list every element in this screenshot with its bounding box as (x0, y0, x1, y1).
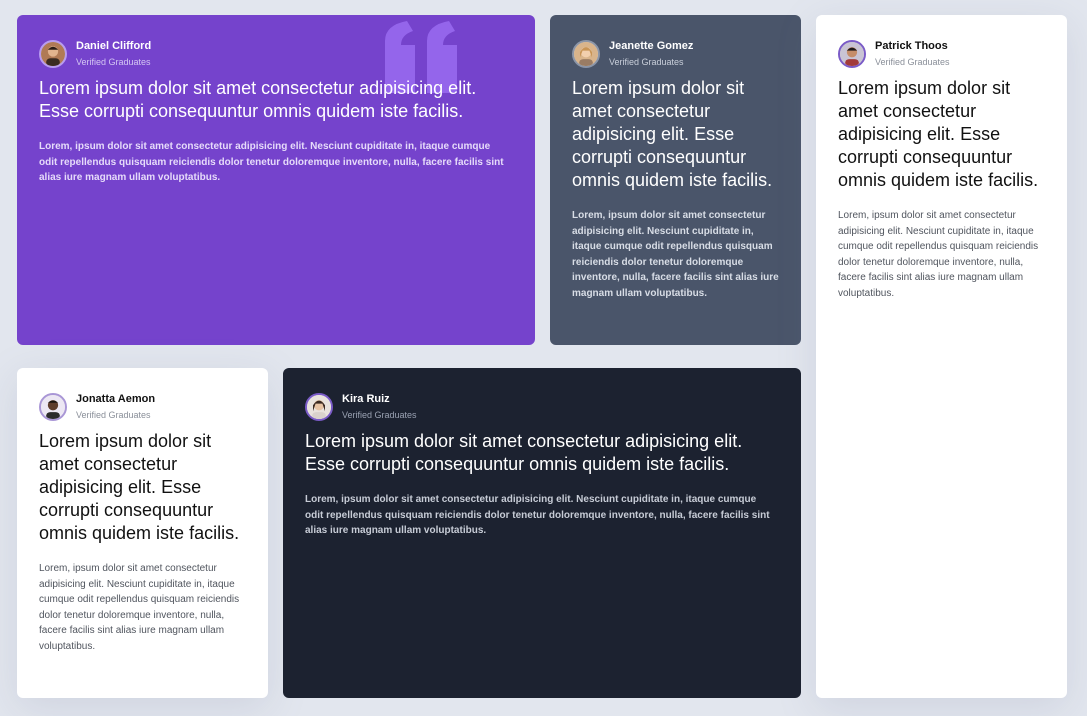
reviewer-name: Patrick Thoos (875, 40, 948, 52)
testimonial-body: Lorem, ipsum dolor sit amet consectetur … (572, 210, 779, 299)
reviewer-role: Verified Graduates (342, 410, 417, 420)
reviewer-role: Verified Graduates (609, 57, 684, 67)
reviewer-role: Verified Graduates (76, 410, 151, 420)
reviewer-name: Daniel Clifford (76, 40, 152, 52)
reviewer-name: Jeanette Gomez (609, 40, 694, 52)
testimonial-body: Lorem, ipsum dolor sit amet consectetur … (305, 494, 770, 537)
reviewer-role: Verified Graduates (76, 57, 151, 67)
avatar (39, 392, 67, 421)
testimonial-body: Lorem, ipsum dolor sit amet consectetur … (39, 141, 504, 184)
testimonial-headline: Lorem ipsum dolor sit amet consectetur a… (39, 78, 477, 121)
reviewer-role: Verified Graduates (875, 57, 950, 67)
testimonial-card-kira-ruiz: Kira Ruiz Verified Graduates Lorem ipsum… (283, 368, 801, 698)
avatar (305, 392, 333, 421)
avatar (838, 39, 866, 68)
testimonial-card-jeanette-gomez: Jeanette Gomez Verified Graduates Lorem … (550, 15, 801, 345)
avatar (572, 39, 600, 68)
testimonial-body: Lorem, ipsum dolor sit amet consectetur … (838, 210, 1039, 299)
testimonial-headline: Lorem ipsum dolor sit amet consectetur a… (39, 431, 240, 543)
testimonial-card-jonatta-aemon: Jonatta Aemon Verified Graduates Lorem i… (17, 368, 268, 698)
testimonial-headline: Lorem ipsum dolor sit amet consectetur a… (305, 431, 743, 474)
testimonial-card-daniel-clifford: Daniel Clifford Verified Graduates Lorem… (17, 15, 535, 345)
avatar (39, 39, 67, 68)
reviewer-name: Kira Ruiz (342, 393, 390, 405)
testimonial-body: Lorem, ipsum dolor sit amet consectetur … (39, 563, 240, 652)
reviewer-name: Jonatta Aemon (76, 393, 156, 405)
testimonial-card-patrick-thoos: Patrick Thoos Verified Graduates Lorem i… (816, 15, 1067, 698)
testimonial-headline: Lorem ipsum dolor sit amet consectetur a… (838, 78, 1039, 190)
testimonial-headline: Lorem ipsum dolor sit amet consectetur a… (572, 78, 773, 190)
